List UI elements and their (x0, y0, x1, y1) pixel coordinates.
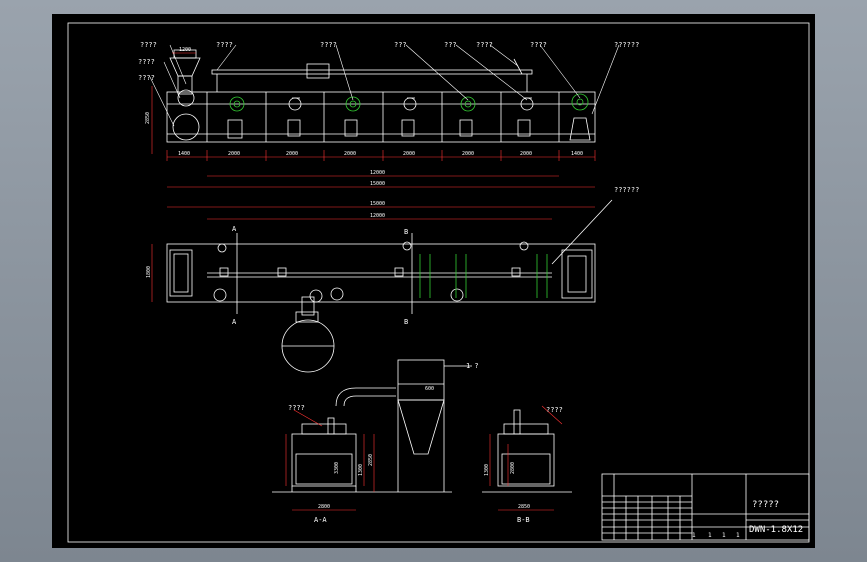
label-top-7: ???? (530, 41, 547, 49)
section-b-dim-0: 1300 (484, 464, 490, 476)
label-top-4: ??? (394, 41, 407, 49)
plan-inner-dim: 12000 (370, 213, 385, 219)
section-name-a: A-A (314, 516, 327, 524)
section-mark-b-bottom: B (404, 318, 408, 326)
section-marks: A A B B A-A B-B (232, 225, 530, 524)
title-placeholder: ????? (752, 500, 779, 510)
label-top-0: ???? (140, 41, 157, 49)
overall-dim-1: 12000 (370, 170, 385, 176)
section-a-dim-2: 1300 (358, 464, 364, 476)
segment-dim-4: 2000 (403, 151, 415, 157)
segment-dim-1: 2000 (228, 151, 240, 157)
segment-dim-5: 2000 (462, 151, 474, 157)
hopper-width-dim: 1200 (179, 47, 191, 53)
section-a-dim-0: 2850 (368, 454, 374, 466)
section-mark-a-bottom: A (232, 318, 237, 326)
overall-dim-2: 15000 (370, 181, 385, 187)
segment-dim-0: 1400 (178, 151, 190, 157)
section-b-label: ???? (546, 406, 563, 414)
plan-overall-dim: 15000 (370, 201, 385, 207)
section-name-b: B-B (517, 516, 530, 524)
label-left-1: ???? (138, 74, 155, 82)
elevation-view (149, 44, 620, 188)
segment-dim-6: 2000 (520, 151, 532, 157)
title-block-mark-2: 1 (722, 532, 726, 539)
label-left-0: ???? (138, 58, 155, 66)
title-block-mark-0: 1 (692, 532, 696, 539)
cad-viewer-background: ???? ???? ???? ??? ??? ???? ???? ?????? … (0, 0, 867, 562)
section-a-dim-1: 3300 (334, 462, 340, 474)
drawing-sheet[interactable]: ???? ???? ???? ??? ??? ???? ???? ?????? … (52, 14, 815, 548)
title-block-mark-1: 1 (708, 532, 712, 539)
section-a-label: ???? (288, 404, 305, 412)
side-height-dim: 2850 (145, 112, 151, 124)
section-b-view (482, 405, 572, 511)
section-b-dim-1: 2800 (510, 462, 516, 474)
label-top-6: ???? (476, 41, 493, 49)
section-b-dim-2: 2850 (518, 504, 530, 510)
segment-dim-2: 2000 (286, 151, 298, 157)
cad-drawing-canvas: ???? ???? ???? ??? ??? ???? ???? ?????? … (67, 22, 810, 543)
note-label: 1 ? (466, 362, 479, 370)
section-a-dim-3: 2800 (318, 504, 330, 510)
label-top-1: ???? (216, 41, 233, 49)
label-top-2: ???? (320, 41, 337, 49)
label-top-5: ??? (444, 41, 457, 49)
fan-duct-dim: 600 (425, 386, 434, 392)
plan-label: ?????? (614, 186, 639, 194)
section-mark-a-top: A (232, 225, 237, 233)
drawing-border (67, 22, 810, 543)
plan-height-dim: 1800 (146, 266, 152, 278)
dust-collector-view (392, 359, 472, 493)
label-top-8: ?????? (614, 41, 639, 49)
section-mark-b-top: B (404, 228, 408, 236)
title-block-mark-3: 1 (736, 532, 740, 539)
segment-dim-7: 1400 (571, 151, 583, 157)
plan-view (151, 199, 613, 373)
drawing-number: DWN-1.8X12 (749, 525, 803, 535)
segment-dim-3: 2000 (344, 151, 356, 157)
